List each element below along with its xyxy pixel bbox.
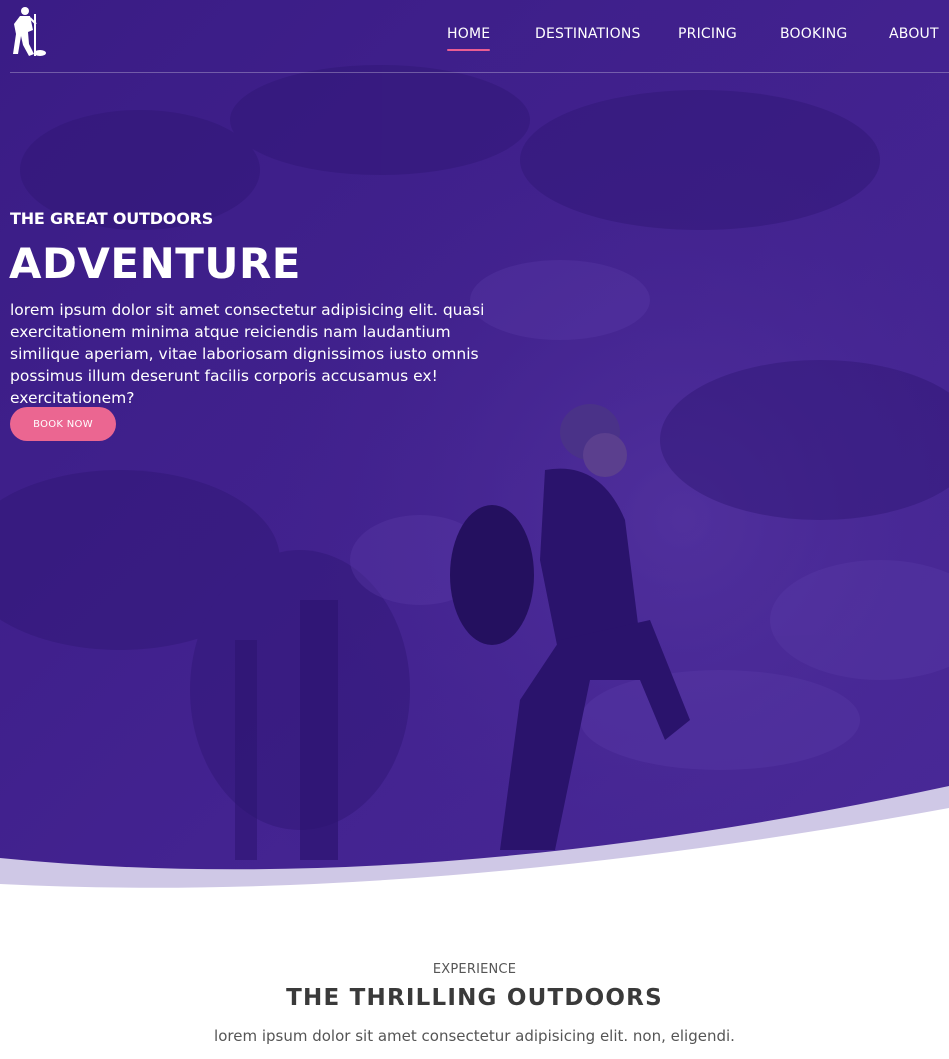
nav-home-link[interactable]: HOME <box>447 25 491 51</box>
section-title: THE THRILLING OUTDOORS <box>286 985 663 1011</box>
hero-section: HOME DESTINATIONS PRICING BOOKING ABOUT … <box>0 0 949 945</box>
hiker-icon[interactable] <box>8 6 48 58</box>
hero-background-image <box>0 0 949 945</box>
nav-booking-link[interactable]: BOOKING <box>780 25 847 43</box>
section-description: lorem ipsum dolor sit amet consectetur a… <box>214 1027 735 1045</box>
hero-subtitle: THE GREAT OUTDOORS <box>10 209 214 228</box>
nav-destinations-link[interactable]: DESTINATIONS <box>535 25 641 43</box>
nav-about-link[interactable]: ABOUT <box>889 25 939 43</box>
nav-pricing-link[interactable]: PRICING <box>678 25 737 43</box>
hero-description: lorem ipsum dolor sit amet consectetur a… <box>10 301 485 407</box>
book-now-button[interactable]: BOOK NOW <box>10 407 116 441</box>
nav-divider <box>10 72 949 73</box>
section-eyebrow: EXPERIENCE <box>432 962 517 977</box>
hero-title: ADVENTURE <box>9 239 301 288</box>
top-navigation: HOME DESTINATIONS PRICING BOOKING ABOUT <box>0 0 949 73</box>
